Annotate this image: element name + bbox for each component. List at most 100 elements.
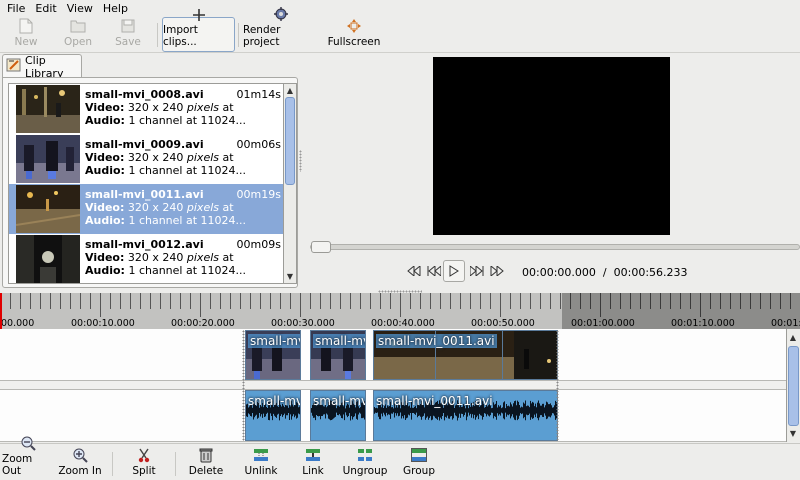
toolbar-separator: [238, 23, 239, 47]
audio-description: 1 channel at 11024...: [128, 164, 247, 177]
group-button[interactable]: Group: [401, 446, 437, 480]
clip-item[interactable]: small-mvi_0009.avi Video: 320 x 240 pixe…: [9, 134, 283, 184]
play-button[interactable]: [443, 260, 465, 282]
clip-duration: 00m19s: [236, 188, 281, 201]
menu-edit[interactable]: Edit: [30, 2, 61, 15]
new-button[interactable]: New: [6, 17, 46, 51]
split-button[interactable]: Split: [127, 446, 161, 480]
time-separator: /: [602, 266, 607, 279]
seek-slider-handle[interactable]: [311, 241, 331, 253]
ruler-label: 00:00:10.000: [71, 318, 135, 329]
timeline-scrollbar[interactable]: ▲ ▼: [786, 329, 800, 442]
unlink-icon: [252, 447, 270, 463]
video-extra: at: [219, 101, 234, 114]
timeline-tracks[interactable]: small-mvi small-mvi small-mvi_0011.avi s…: [0, 329, 786, 442]
audio-label: Audio:: [85, 114, 125, 127]
tab-clip-library[interactable]: Clip Library: [2, 53, 82, 80]
play-icon: [449, 265, 459, 277]
new-document-icon: [17, 18, 35, 34]
main-toolbar: New Open Save Import clips... Render pro…: [0, 7, 800, 53]
zoom-in-icon: [71, 447, 89, 463]
fullscreen-label: Fullscreen: [327, 36, 381, 48]
video-label: Video:: [85, 101, 125, 114]
clip-thumbnail: [16, 85, 80, 133]
open-button[interactable]: Open: [60, 17, 96, 51]
skip-forward-icon[interactable]: [467, 261, 487, 281]
zoom-in-button[interactable]: Zoom In: [58, 446, 102, 480]
menubar: File Edit View Help: [0, 0, 800, 17]
video-unit: pixels: [186, 201, 219, 214]
video-resolution: 320 x 240: [127, 251, 184, 264]
group-label: Group: [403, 465, 435, 477]
clip-thumbnail: [16, 235, 80, 283]
timeline-ruler[interactable]: 00.000 00:00:10.000 00:00:20.000 00:00:3…: [0, 293, 800, 329]
timeline-scroll-thumb[interactable]: [788, 346, 799, 426]
menu-view[interactable]: View: [62, 2, 98, 15]
clip-list[interactable]: small-mvi_0008.avi Video: 320 x 240 pixe…: [8, 83, 284, 284]
link-icon: [304, 447, 322, 463]
scroll-up-icon[interactable]: ▲: [787, 331, 799, 344]
fast-forward-icon[interactable]: [487, 261, 507, 281]
scroll-up-icon[interactable]: ▲: [284, 84, 296, 97]
save-button[interactable]: Save: [110, 17, 146, 51]
clip-trim-handle[interactable]: [556, 330, 559, 441]
audio-clip[interactable]: small-mvi: [245, 390, 301, 441]
timeline-toolbar: Zoom Out Zoom In Split Delete Unlink Lin…: [0, 436, 800, 480]
render-project-button[interactable]: Render project: [243, 7, 319, 51]
playhead[interactable]: [0, 293, 2, 329]
video-extra: at: [219, 151, 234, 164]
video-resolution: 320 x 240: [127, 101, 184, 114]
video-resolution: 320 x 240: [127, 151, 184, 164]
rewind-icon[interactable]: [404, 261, 424, 281]
skip-back-icon[interactable]: [424, 261, 444, 281]
zoom-in-label: Zoom In: [58, 465, 102, 477]
audio-clip-name: small-mvi: [248, 394, 301, 408]
ruler-label: 00:01:00.000: [571, 318, 635, 329]
video-clip-name: small-mvi_0011.avi: [376, 334, 497, 348]
ungroup-icon: [356, 447, 374, 463]
track-divider: [0, 380, 786, 381]
total-time: 00:00:56.233: [613, 266, 688, 279]
track-gap: [0, 380, 786, 389]
audio-clip[interactable]: small-mvi: [310, 390, 366, 441]
unlink-button[interactable]: Unlink: [243, 446, 279, 480]
seek-slider[interactable]: [310, 244, 800, 250]
video-clip-label: small-mvi: [313, 334, 365, 348]
clip-item-selected[interactable]: small-mvi_0011.avi Video: 320 x 240 pixe…: [9, 184, 283, 234]
clip-list-scrollbar[interactable]: ▲ ▼: [283, 83, 297, 284]
panel-resize-grip[interactable]: [299, 150, 302, 172]
audio-clip-label: small-mvi_0011.avi: [376, 394, 493, 408]
render-project-label: Render project: [243, 24, 281, 48]
clip-list-scroll-thumb[interactable]: [285, 97, 295, 185]
menu-help[interactable]: Help: [98, 2, 133, 15]
video-clip[interactable]: small-mvi: [310, 330, 366, 380]
audio-description: 1 channel at 11024...: [128, 114, 247, 127]
zoom-out-button[interactable]: Zoom Out: [2, 436, 54, 480]
clip-library-tab-label: Clip Library: [25, 53, 64, 80]
trash-icon: [197, 447, 215, 463]
audio-clip[interactable]: small-mvi_0011.avi: [373, 390, 558, 441]
video-label: Video:: [85, 251, 125, 264]
clip-trim-handle[interactable]: [242, 330, 245, 441]
ruler-label: 00.000: [1, 318, 35, 329]
clip-item[interactable]: small-mvi_0012.avi Video: 320 x 240 pixe…: [9, 234, 283, 283]
menu-file[interactable]: File: [2, 2, 30, 15]
scroll-down-icon[interactable]: ▼: [787, 427, 799, 440]
video-clip[interactable]: small-mvi: [245, 330, 301, 380]
video-label: Video:: [85, 201, 125, 214]
folder-open-icon: [69, 18, 87, 34]
open-button-label: Open: [63, 36, 93, 48]
ruler-label: 00:01:: [771, 318, 800, 329]
scroll-down-icon[interactable]: ▼: [284, 270, 296, 283]
clip-thumbnail: [16, 135, 80, 183]
import-clips-button[interactable]: Import clips...: [162, 9, 235, 52]
import-clips-label: Import clips...: [163, 24, 198, 48]
delete-button[interactable]: Delete: [187, 446, 225, 480]
clip-item[interactable]: small-mvi_0008.avi Video: 320 x 240 pixe…: [9, 84, 283, 134]
video-clip[interactable]: small-mvi_0011.avi: [373, 330, 558, 380]
group-icon: [410, 447, 428, 463]
audio-description: 1 channel at 11024...: [128, 214, 247, 227]
fullscreen-button[interactable]: Fullscreen: [327, 17, 381, 51]
link-button[interactable]: Link: [299, 446, 327, 480]
ungroup-button[interactable]: Ungroup: [341, 446, 389, 480]
